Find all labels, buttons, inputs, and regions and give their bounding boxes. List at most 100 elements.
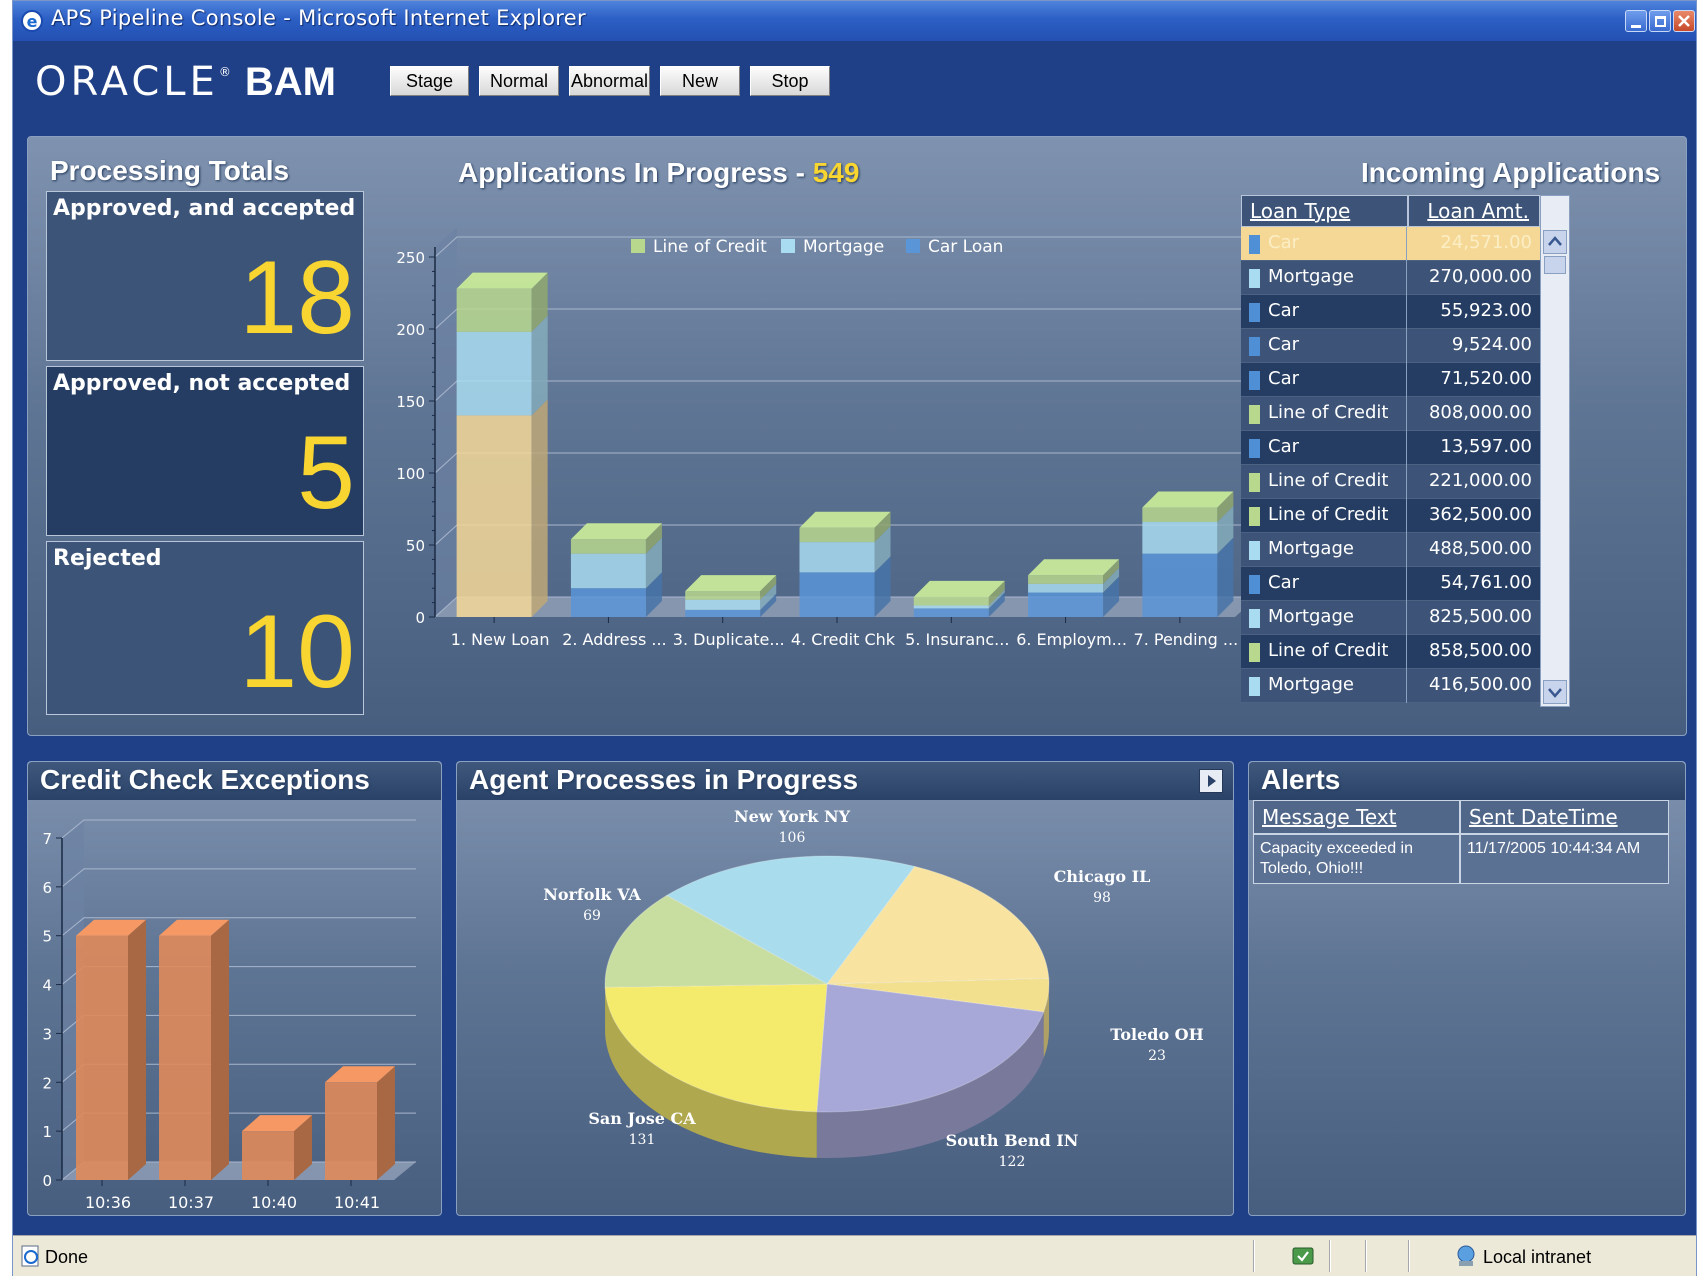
bar-segment xyxy=(1028,592,1104,617)
close-button[interactable] xyxy=(1673,10,1695,32)
loan-type-header[interactable]: Loan Type xyxy=(1241,195,1408,227)
new-button[interactable]: New xyxy=(660,66,740,96)
bar-segment xyxy=(1142,521,1218,554)
pie-value: 23 xyxy=(1148,1048,1166,1064)
bar-top xyxy=(456,272,548,289)
incoming-row[interactable]: Car 54,761.00 xyxy=(1241,567,1540,601)
bar-segment xyxy=(1028,575,1104,584)
bar-top xyxy=(1028,559,1120,576)
x-tick-label: 10:36 xyxy=(85,1193,131,1212)
loan-amount: 362,500.00 xyxy=(1428,504,1532,525)
loan-type: Line of Credit xyxy=(1268,640,1389,661)
loan-amount: 54,761.00 xyxy=(1440,572,1532,593)
x-tick-label: 7. Pending ... xyxy=(1134,630,1239,649)
grid-line xyxy=(61,868,416,888)
security-icon xyxy=(1292,1247,1314,1265)
bar-segment xyxy=(570,553,646,589)
loan-type: Mortgage xyxy=(1268,674,1354,695)
app-header: ORACLE® BAM Stage Normal Abnormal New Sto… xyxy=(13,41,1696,133)
loan-type: Mortgage xyxy=(1268,606,1354,627)
x-tick-label: 10:37 xyxy=(168,1193,214,1212)
stage-button[interactable]: Stage xyxy=(390,66,469,96)
message-text-header[interactable]: Message Text xyxy=(1253,800,1460,834)
loan-type-swatch xyxy=(1249,643,1260,662)
bar-segment xyxy=(685,609,761,617)
incoming-row[interactable]: Car 9,524.00 xyxy=(1241,329,1540,363)
bar-side xyxy=(531,315,548,416)
incoming-row[interactable]: Mortgage 416,500.00 xyxy=(1241,669,1540,703)
loan-type-swatch xyxy=(1249,507,1260,526)
bar xyxy=(159,935,211,1180)
loan-amount-header[interactable]: Loan Amt. xyxy=(1408,195,1540,227)
incoming-row[interactable]: Car 55,923.00 xyxy=(1241,295,1540,329)
loan-type-swatch xyxy=(1249,677,1260,696)
incoming-row[interactable]: Mortgage 270,000.00 xyxy=(1241,261,1540,295)
total-label: Approved, and accepted xyxy=(53,196,356,221)
scroll-down-button[interactable] xyxy=(1543,680,1567,704)
window-title: APS Pipeline Console - Microsoft Interne… xyxy=(51,6,586,30)
total-rejected: Rejected 10 xyxy=(46,541,364,715)
bar-segment xyxy=(1028,583,1104,593)
incoming-row[interactable]: Mortgage 825,500.00 xyxy=(1241,601,1540,635)
grid-line xyxy=(61,819,416,839)
y-tick-label: 3 xyxy=(42,1025,52,1043)
ie-icon: e xyxy=(21,10,43,32)
loan-type: Car xyxy=(1268,334,1299,355)
incoming-row[interactable]: Car 71,520.00 xyxy=(1241,363,1540,397)
bar-top xyxy=(685,575,777,592)
scroll-thumb[interactable] xyxy=(1544,256,1566,274)
pie-value: 98 xyxy=(1093,890,1111,906)
incoming-row[interactable]: Car 13,597.00 xyxy=(1241,431,1540,465)
incoming-row[interactable]: Mortgage 488,500.00 xyxy=(1241,533,1540,567)
bar-segment xyxy=(456,415,532,617)
loan-amount: 55,923.00 xyxy=(1440,300,1532,321)
bar-segment xyxy=(456,331,532,416)
y-tick-label: 250 xyxy=(396,249,425,267)
y-tick-label: 1 xyxy=(42,1123,52,1141)
loan-amount: 488,500.00 xyxy=(1428,538,1532,559)
minimize-button[interactable] xyxy=(1625,10,1647,32)
maximize-button[interactable] xyxy=(1649,10,1671,32)
total-approved-accepted: Approved, and accepted 18 xyxy=(46,191,364,361)
bar-side xyxy=(531,399,548,617)
abnormal-button[interactable]: Abnormal xyxy=(569,66,650,96)
agent-processes-pie-chart: New York NY 106 Chicago IL 98 Toledo OH 23 Sou… xyxy=(543,807,1204,1170)
stop-button[interactable]: Stop xyxy=(750,66,830,96)
incoming-row[interactable]: Line of Credit 362,500.00 xyxy=(1241,499,1540,533)
sent-datetime-header[interactable]: Sent DateTime xyxy=(1460,800,1669,834)
bar-segment xyxy=(685,591,761,600)
loan-type: Line of Credit xyxy=(1268,504,1389,525)
loan-amount: 270,000.00 xyxy=(1428,266,1532,287)
normal-button[interactable]: Normal xyxy=(479,66,559,96)
pie-label: Chicago IL xyxy=(1054,867,1151,886)
bar xyxy=(76,935,128,1180)
scroll-up-button[interactable] xyxy=(1543,230,1567,254)
pie-value: 122 xyxy=(999,1154,1026,1170)
incoming-row[interactable]: Car 24,571.00 xyxy=(1241,227,1540,261)
y-tick-label: 200 xyxy=(396,321,425,339)
loan-amount: 416,500.00 xyxy=(1428,674,1532,695)
loan-type: Car xyxy=(1268,300,1299,321)
expand-button[interactable] xyxy=(1199,769,1223,793)
credit-check-panel: Credit Check Exceptions 0 1 2 3 4 5 6 7 10:36 10:… xyxy=(27,761,442,1216)
loan-type: Car xyxy=(1268,368,1299,389)
x-tick-label: 2. Address ... xyxy=(562,630,666,649)
page-icon xyxy=(21,1245,39,1267)
close-icon xyxy=(1678,15,1690,27)
x-tick-label: 5. Insuranc... xyxy=(905,630,1009,649)
loan-type-swatch xyxy=(1249,541,1260,560)
bar-segment xyxy=(799,572,875,617)
incoming-row[interactable]: Line of Credit 221,000.00 xyxy=(1241,465,1540,499)
agent-processes-panel: Agent Processes in Progress New York NY 1… xyxy=(456,761,1234,1216)
y-tick-label: 0 xyxy=(42,1172,52,1190)
grid-line xyxy=(434,308,1253,330)
applications-title: Applications In Progress - 549 xyxy=(458,157,860,188)
grid-line xyxy=(434,452,1253,474)
incoming-row[interactable]: Line of Credit 858,500.00 xyxy=(1241,635,1540,669)
incoming-scrollbar[interactable] xyxy=(1540,195,1570,707)
incoming-row[interactable]: Line of Credit 808,000.00 xyxy=(1241,397,1540,431)
loan-amount: 9,524.00 xyxy=(1451,334,1532,355)
y-tick-label: 100 xyxy=(396,465,425,483)
legend-swatch xyxy=(906,239,920,253)
y-tick-label: 7 xyxy=(42,830,52,848)
